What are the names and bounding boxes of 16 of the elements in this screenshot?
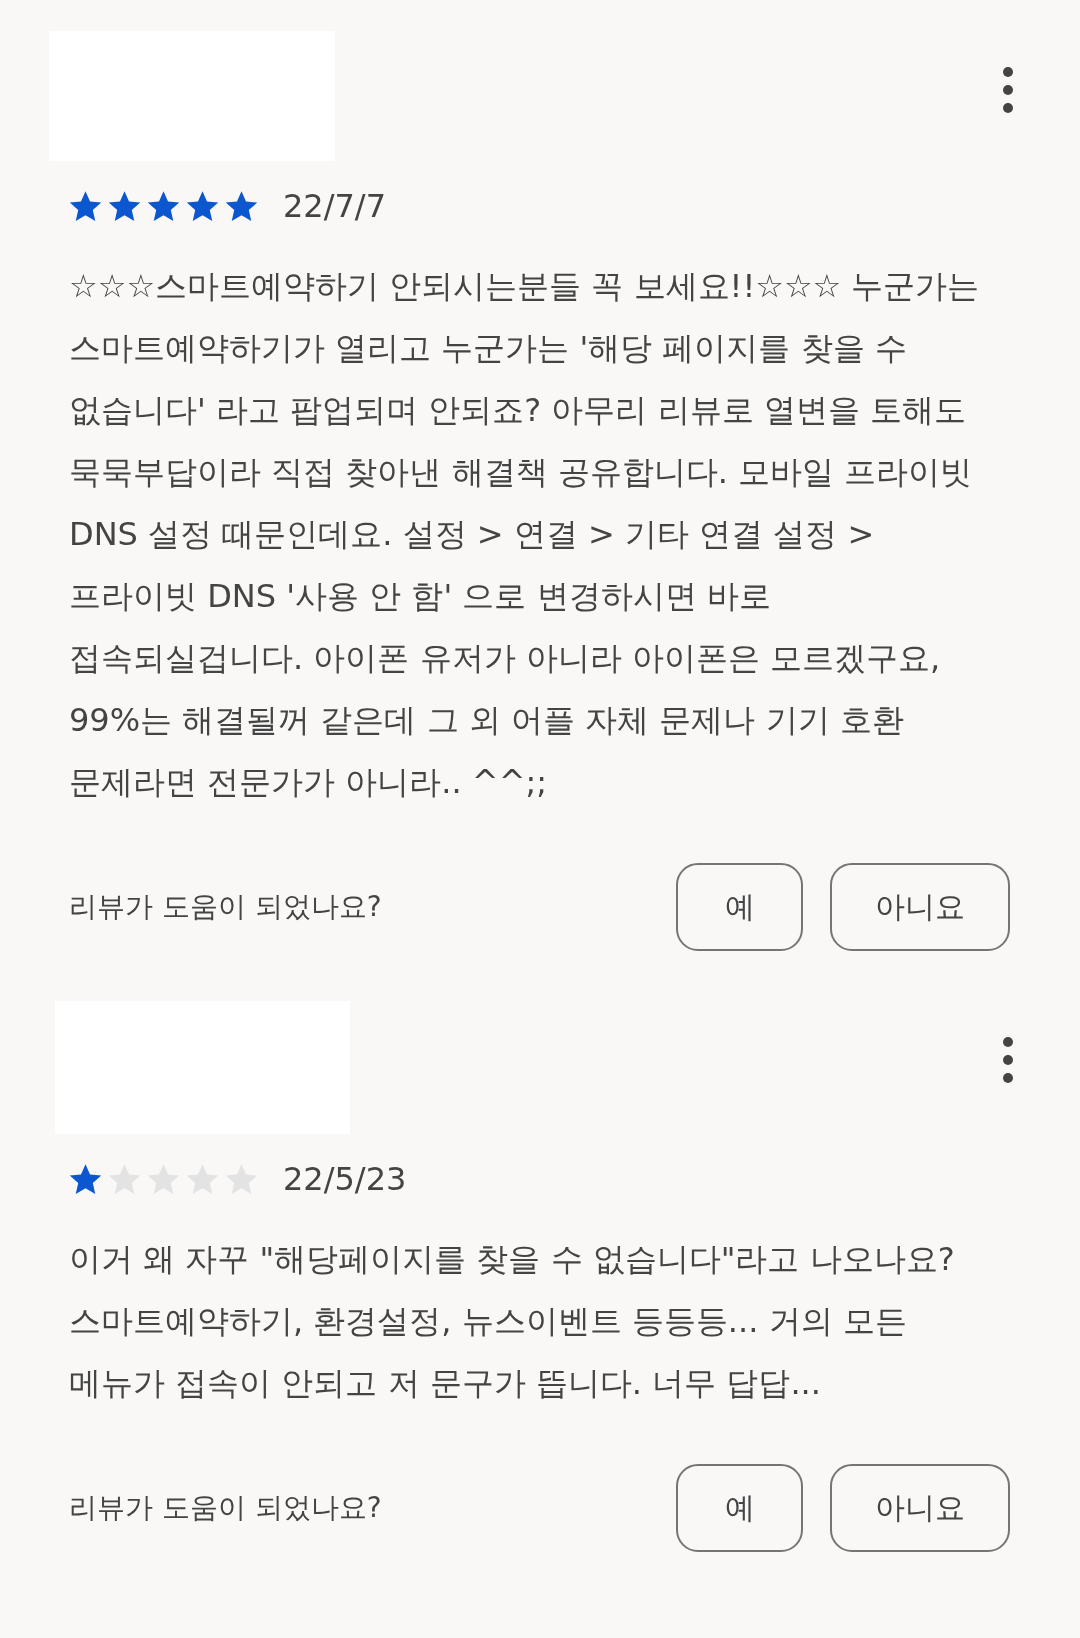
review-text: 이거 왜 자꾸 "해당페이지를 찾을 수 없습니다"라고 나오나요? 스마트예약하기, 환경설정, 뉴스이벤트 등등등... 거의 모든 메뉴가 접속이 안되고 저 문구가 뜹니다. 너무 답답... — [69, 1239, 956, 1404]
star-icon — [224, 188, 259, 224]
no-button[interactable]: 아니요 — [830, 1464, 1010, 1552]
star-icon — [107, 188, 142, 224]
no-button[interactable]: 아니요 — [830, 863, 1010, 951]
star-icon — [146, 188, 181, 224]
review-text: ☆☆☆스마트예약하기 안되시는분들 꼭 보세요!!☆☆☆ 누군가는 스마트예약하기가 열리고 누군가는 '해당 페이지를 찾을 수 없습니다' 라고 팝업되며 안되죠? 아무리 리뷰로 열변을 토해도 묵묵부답이라 직접 찾아낸 해결책 공유합니다. 모바일 프라이빗 DNS 설정 때문인데요. 설정 > 연결 > 기타 연결 설정 > 프라이빗 DNS '사용 안 함' 으로 변경하시면 바로 접속되실겁니다. 아이폰 유저가 아니라 아이폰은 모르겠구요, 99%는 해결될꺼 같은데 그 외 어플 자체 문제나 기기 호환 문제라면 전문가가 아니라.. ^^;; — [69, 266, 981, 803]
star-icon — [185, 188, 220, 224]
helpful-question: 리뷰가 도움이 되었나요? — [69, 889, 383, 925]
review-date: 22/5/23 — [283, 1160, 407, 1198]
review-date: 22/7/7 — [283, 187, 386, 225]
yes-button[interactable]: 예 — [676, 863, 803, 951]
yes-button[interactable]: 예 — [676, 1464, 803, 1552]
star-icon — [68, 188, 103, 224]
helpful-question: 리뷰가 도움이 되었나요? — [69, 1490, 383, 1526]
star-icon — [68, 1161, 103, 1197]
